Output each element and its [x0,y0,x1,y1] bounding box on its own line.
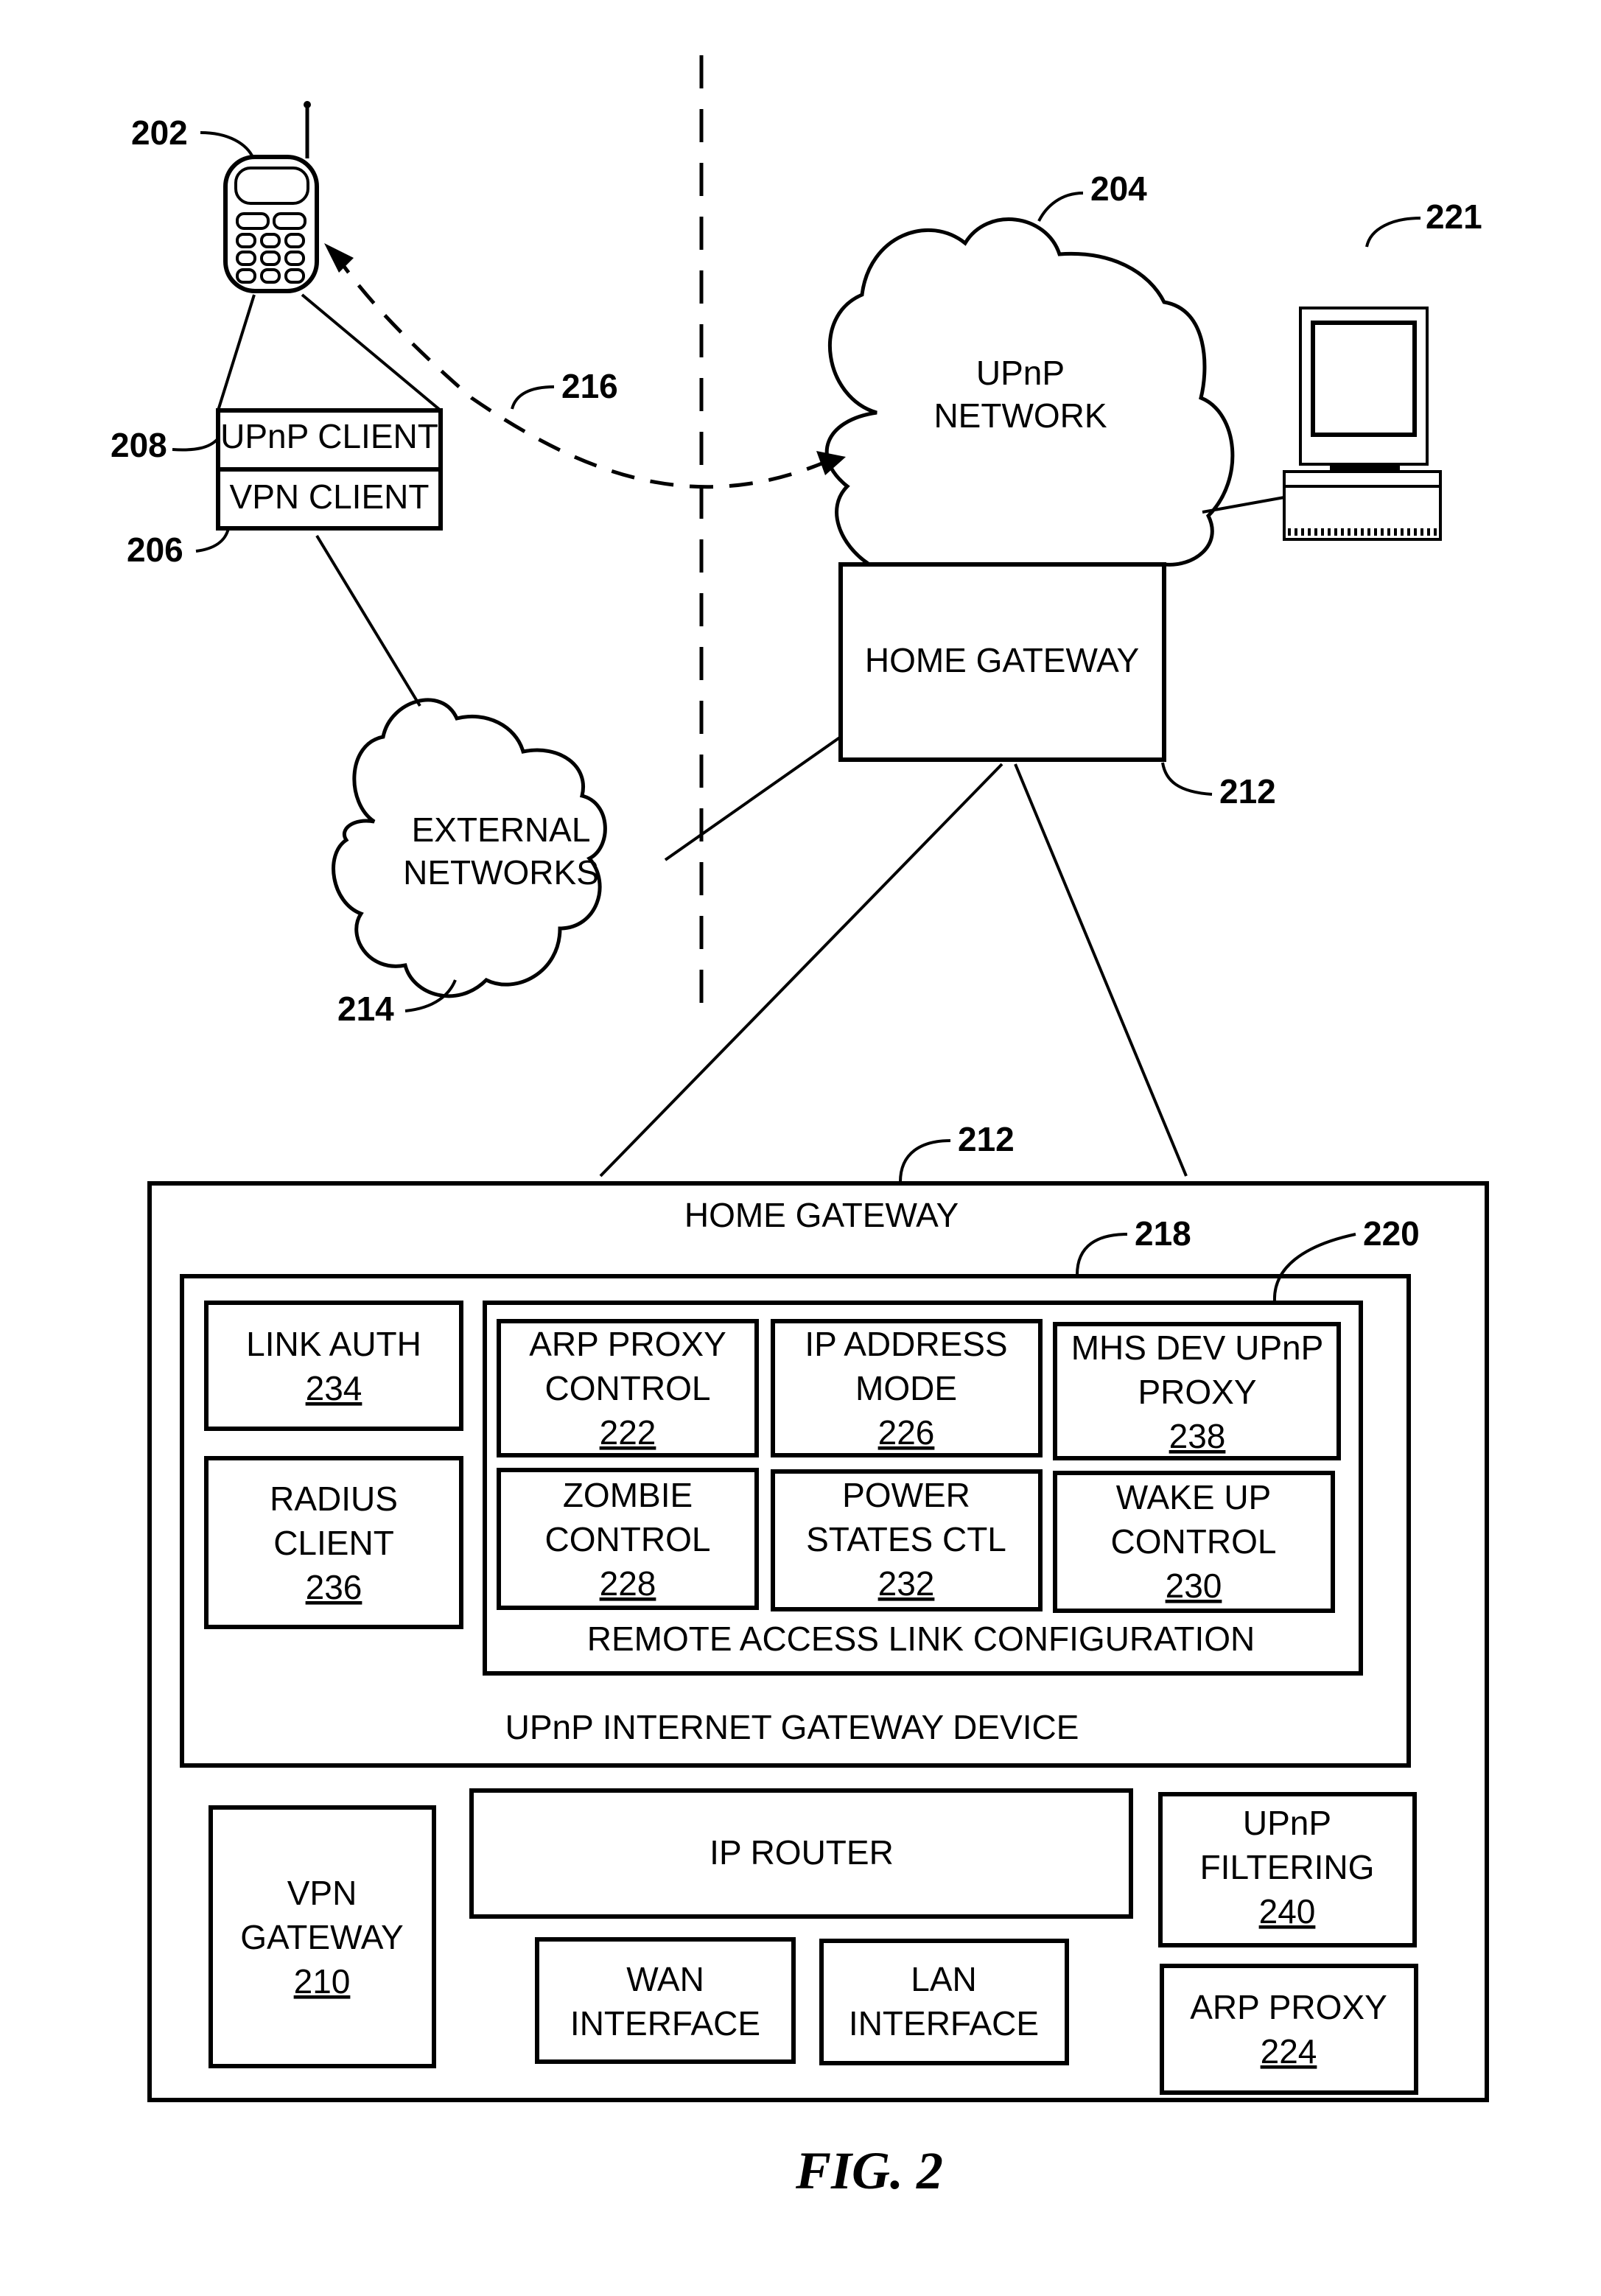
remote-access-label: REMOTE ACCESS LINK CONFIGURATION [587,1620,1255,1658]
computer-icon [1283,307,1442,541]
ip-address-mode-label-1: IP ADDRESS [805,1325,1007,1363]
zombie-control-num: 228 [600,1564,656,1603]
external-networks-label-1: EXTERNAL [412,811,591,849]
vpn-gateway-label-2: GATEWAY [240,1918,404,1956]
ip-router-label: IP ROUTER [710,1833,894,1872]
link-auth-box [204,1301,463,1431]
wan-interface-label-1: WAN [626,1960,704,1998]
arp-proxy-box [1160,1964,1418,2095]
igd-label: UPnP INTERNET GATEWAY DEVICE [505,1708,1079,1746]
ref-221: 221 [1426,197,1482,236]
ref-212-detail: 212 [958,1120,1015,1158]
mhs-dev-upnp-proxy-label-1: MHS DEV UPnP [1071,1329,1324,1367]
ref-214: 214 [337,990,394,1028]
arp-proxy-control-num: 222 [600,1413,656,1452]
upnp-client-label: UPnP CLIENT [220,417,438,455]
upnp-filtering-label-1: UPnP [1243,1804,1331,1842]
arp-proxy-control-label-2: CONTROL [545,1369,711,1407]
patent-figure: 202 UPnP CLIENT VPN CLIENT 208 206 216 E… [111,55,1489,2200]
link-auth-num: 234 [306,1369,362,1407]
ip-address-mode-label-2: MODE [855,1369,957,1407]
wake-up-control-label-1: WAKE UP [1116,1478,1271,1516]
radius-client-num: 236 [306,1568,362,1606]
home-gateway-label: HOME GATEWAY [865,641,1139,679]
radius-client-label-1: RADIUS [270,1480,398,1518]
computer-connection [1202,496,1285,514]
power-states-ctl-label-2: STATES CTL [806,1520,1006,1558]
ref-206: 206 [127,531,183,569]
ref-218: 218 [1135,1214,1191,1253]
wake-up-control-label-2: CONTROL [1111,1522,1277,1561]
ref-208: 208 [111,426,167,464]
mobile-phone-icon [223,101,319,293]
power-states-ctl-label-1: POWER [842,1476,970,1514]
arp-proxy-control-label-1: ARP PROXY [529,1325,726,1363]
lan-interface-box [819,1939,1069,2065]
ref-212-top: 212 [1219,772,1276,811]
upnp-network-label-1: UPnP [976,354,1065,392]
home-gateway-detail: HOME GATEWAY 212 UPnP INTERNET GATEWAY D… [147,1120,1489,2102]
client-stack: UPnP CLIENT VPN CLIENT [216,408,443,531]
arp-proxy-label: ARP PROXY [1190,1988,1387,2026]
upnp-filtering-num: 240 [1259,1892,1316,1931]
external-networks-label-2: NETWORKS [403,853,599,892]
mhs-dev-upnp-proxy-num: 238 [1169,1417,1226,1455]
mhs-dev-upnp-proxy-label-2: PROXY [1138,1373,1256,1411]
zombie-control-label-1: ZOMBIE [563,1476,693,1514]
vpn-client-label: VPN CLIENT [230,477,430,516]
ref-220: 220 [1363,1214,1420,1253]
vpn-gateway-num: 210 [294,1962,351,2001]
upnp-filtering-label-2: FILTERING [1200,1848,1375,1886]
home-gateway-detail-title: HOME GATEWAY [684,1196,959,1234]
wan-interface-label-2: INTERFACE [570,2004,760,2043]
wan-interface-box [535,1937,796,2064]
power-states-ctl-num: 232 [878,1564,935,1603]
ref-216: 216 [561,367,618,405]
arp-proxy-num: 224 [1261,2032,1317,2071]
upnp-network-cloud: UPnP NETWORK [824,217,1235,567]
ref-204: 204 [1090,169,1147,208]
figure-label: FIG. 2 [795,2141,943,2200]
lan-interface-label-2: INTERFACE [849,2004,1039,2043]
ref-202: 202 [131,113,188,152]
zombie-control-label-2: CONTROL [545,1520,711,1558]
lan-interface-label-1: LAN [911,1960,976,1998]
upnp-network-label-2: NETWORK [933,396,1107,435]
external-networks-cloud: EXTERNAL NETWORKS [332,698,607,998]
vpn-gateway-label-1: VPN [287,1874,357,1912]
wake-up-control-num: 230 [1166,1567,1222,1605]
radius-client-label-2: CLIENT [273,1524,394,1562]
link-auth-label: LINK AUTH [246,1325,421,1363]
leader-202 [200,131,255,159]
ip-address-mode-num: 226 [878,1413,935,1452]
